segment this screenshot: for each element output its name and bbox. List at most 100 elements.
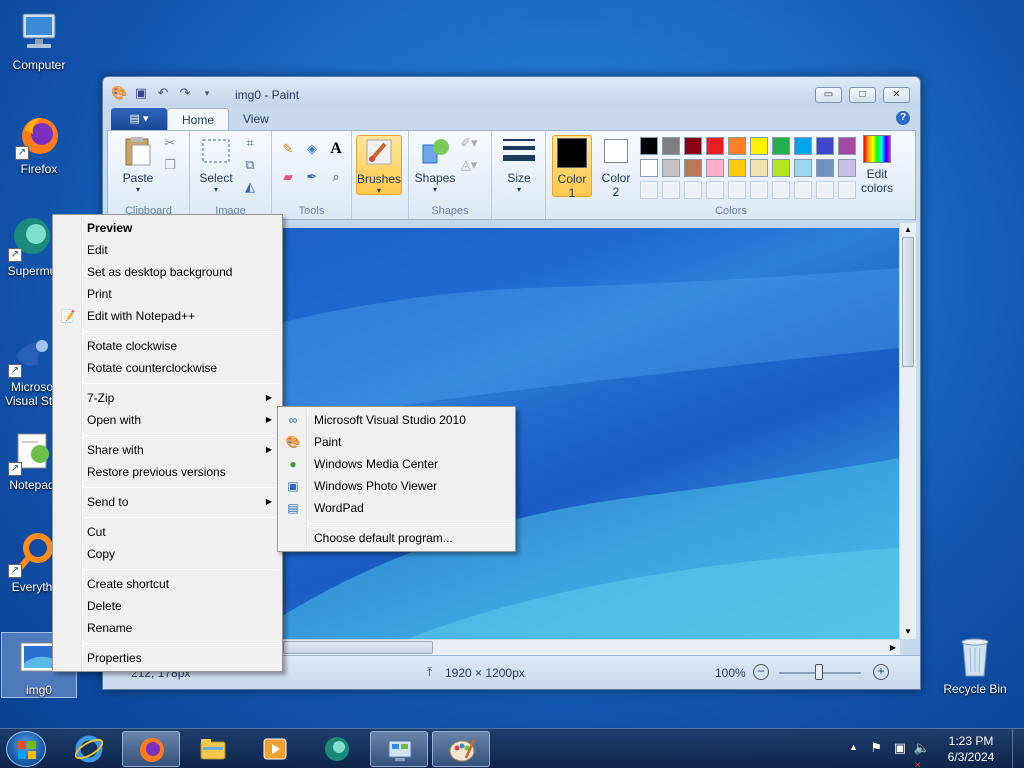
open-with-wordpad[interactable]: ▤ WordPad <box>280 497 513 519</box>
taskbar-ie[interactable] <box>60 731 118 767</box>
vertical-scroll-thumb[interactable] <box>902 237 914 367</box>
color-swatch[interactable] <box>684 137 702 155</box>
empty-color-swatch[interactable] <box>772 181 790 199</box>
menu-item-cut[interactable]: Cut <box>55 521 280 543</box>
menu-item-restore-previous-versions[interactable]: Restore previous versions <box>55 461 280 483</box>
taskbar-control-panel[interactable] <box>370 731 428 767</box>
close-button[interactable]: ✕ <box>883 87 910 103</box>
maximize-button[interactable]: □ <box>849 87 876 103</box>
desktop-icon-recycle-bin[interactable]: Recycle Bin <box>937 632 1013 696</box>
scroll-right-icon[interactable]: ▶ <box>890 640 896 656</box>
minimize-button[interactable]: ▭ <box>815 87 842 103</box>
taskbar-firefox[interactable] <box>122 731 180 767</box>
menu-item-copy[interactable]: Copy <box>55 543 280 565</box>
color-swatch[interactable] <box>706 159 724 177</box>
color-swatch[interactable] <box>640 137 658 155</box>
scroll-down-icon[interactable]: ▼ <box>900 625 916 639</box>
volume-muted-icon[interactable]: 🔈✕ <box>914 740 930 768</box>
resize-icon[interactable]: ⧉ <box>240 155 260 175</box>
color-swatch[interactable] <box>640 159 658 177</box>
scroll-up-icon[interactable]: ▲ <box>900 223 916 237</box>
fill-shape-icon[interactable]: ◬▾ <box>459 155 479 175</box>
empty-color-swatch[interactable] <box>706 181 724 199</box>
empty-color-swatch[interactable] <box>816 181 834 199</box>
color-swatch[interactable] <box>772 159 790 177</box>
color-swatch[interactable] <box>816 159 834 177</box>
color-swatch[interactable] <box>706 137 724 155</box>
open-with-photo-viewer[interactable]: ▣ Windows Photo Viewer <box>280 475 513 497</box>
eraser-icon[interactable]: ▰ <box>278 167 298 187</box>
menu-item-send-to[interactable]: Send to ▶ <box>55 491 280 513</box>
open-with-choose-default[interactable]: Choose default program... <box>280 527 513 549</box>
taskbar-media-player[interactable] <box>246 731 304 767</box>
zoom-in-icon[interactable]: + <box>873 664 889 680</box>
empty-color-swatch[interactable] <box>684 181 702 199</box>
clock[interactable]: 1:23 PM 6/3/2024 <box>938 733 1004 765</box>
tab-home[interactable]: Home <box>167 108 230 130</box>
tab-view[interactable]: View <box>229 108 283 130</box>
paste-button[interactable]: Paste ▾ <box>118 135 158 194</box>
menu-item-rotate-clockwise[interactable]: Rotate clockwise <box>55 335 280 357</box>
color-swatch[interactable] <box>794 159 812 177</box>
action-center-flag-icon[interactable]: ⚑ <box>870 740 882 756</box>
menu-item-preview[interactable]: Preview <box>55 217 280 239</box>
menu-item-7zip[interactable]: 7-Zip ▶ <box>55 387 280 409</box>
crop-icon[interactable]: ⌗ <box>240 133 260 153</box>
taskbar-paint[interactable] <box>432 731 490 767</box>
desktop-icon-firefox[interactable]: ↗ Firefox <box>1 112 77 176</box>
outline-icon[interactable]: ✐▾ <box>459 133 479 153</box>
zoom-out-icon[interactable]: − <box>753 664 769 680</box>
paint-app-icon[interactable]: 🎨 <box>111 85 127 101</box>
undo-icon[interactable]: ↶ <box>155 85 171 101</box>
color-swatch[interactable] <box>750 137 768 155</box>
show-desktop-button[interactable] <box>1012 729 1024 768</box>
horizontal-scroll-thumb[interactable] <box>283 641 433 654</box>
redo-icon[interactable]: ↷ <box>177 85 193 101</box>
brushes-button[interactable]: Brushes ▾ <box>356 135 402 195</box>
color2-button[interactable]: Color 2 <box>596 135 636 199</box>
taskbar-supermium[interactable] <box>308 731 366 767</box>
color-swatch[interactable] <box>728 159 746 177</box>
select-button[interactable]: Select ▾ <box>194 135 238 194</box>
menu-item-share-with[interactable]: Share with ▶ <box>55 439 280 461</box>
menu-item-open-with[interactable]: Open with ▶ <box>55 409 280 431</box>
color-swatch[interactable] <box>750 159 768 177</box>
color-swatch[interactable] <box>816 137 834 155</box>
color-swatch[interactable] <box>662 159 680 177</box>
color-swatch[interactable] <box>728 137 746 155</box>
desktop-icon-computer[interactable]: Computer <box>1 8 77 72</box>
empty-color-swatch[interactable] <box>728 181 746 199</box>
pencil-icon[interactable]: ✎ <box>278 139 298 159</box>
color-swatch[interactable] <box>794 137 812 155</box>
shapes-button[interactable]: Shapes ▾ <box>413 135 457 194</box>
menu-item-set-desktop-background[interactable]: Set as desktop background <box>55 261 280 283</box>
cut-icon[interactable]: ✂ <box>160 133 180 153</box>
menu-item-edit[interactable]: Edit <box>55 239 280 261</box>
empty-color-swatch[interactable] <box>794 181 812 199</box>
save-icon[interactable]: ▣ <box>133 85 149 101</box>
color-swatch[interactable] <box>662 137 680 155</box>
help-icon[interactable]: ? <box>896 111 910 125</box>
menu-item-rotate-counterclockwise[interactable]: Rotate counterclockwise <box>55 357 280 379</box>
empty-color-swatch[interactable] <box>640 181 658 199</box>
magnifier-icon[interactable]: ⌕ <box>326 167 346 187</box>
network-icon[interactable]: ▣ <box>894 740 906 756</box>
menu-item-print[interactable]: Print <box>55 283 280 305</box>
empty-color-swatch[interactable] <box>662 181 680 199</box>
vertical-scrollbar[interactable]: ▲ ▼ <box>899 223 916 639</box>
fill-icon[interactable]: ◈ <box>302 139 322 159</box>
open-with-visual-studio[interactable]: ∞ Microsoft Visual Studio 2010 <box>280 409 513 431</box>
menu-item-create-shortcut[interactable]: Create shortcut <box>55 573 280 595</box>
open-with-paint[interactable]: 🎨 Paint <box>280 431 513 453</box>
menu-item-edit-notepadpp[interactable]: 📝 Edit with Notepad++ <box>55 305 280 327</box>
show-hidden-icons-icon[interactable]: ▲ <box>849 742 858 752</box>
customize-qat-icon[interactable]: ▾ <box>199 85 215 101</box>
rotate-icon[interactable]: ◭ <box>240 177 260 197</box>
file-menu-button[interactable]: ▤ ▾ <box>111 108 167 130</box>
text-icon[interactable]: A <box>326 139 346 159</box>
color-picker-icon[interactable]: ✒ <box>302 167 322 187</box>
start-button[interactable] <box>6 731 46 767</box>
empty-color-swatch[interactable] <box>750 181 768 199</box>
color-swatch[interactable] <box>772 137 790 155</box>
menu-item-properties[interactable]: Properties <box>55 647 280 669</box>
